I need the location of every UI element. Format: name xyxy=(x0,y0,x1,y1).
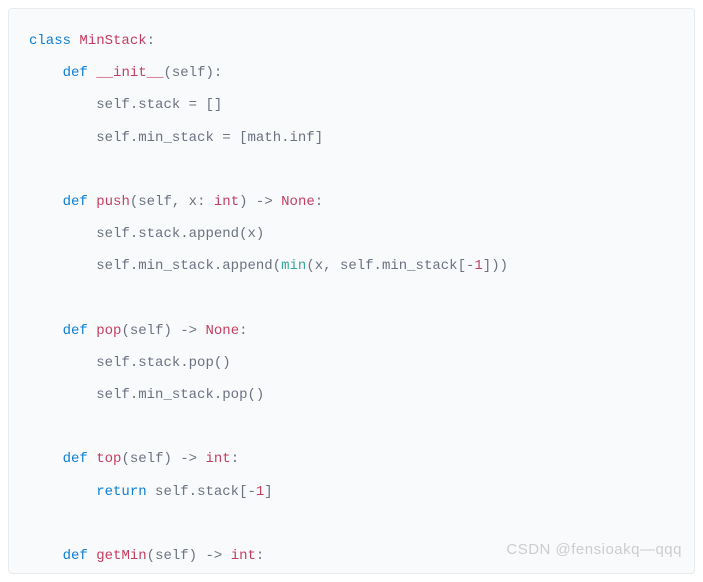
code-line: def __init__(self): xyxy=(29,57,674,89)
code-line: self.min_stack.pop() xyxy=(29,379,674,411)
colon: : xyxy=(147,33,155,49)
blank-line xyxy=(29,283,674,315)
code-line: class MinStack: xyxy=(29,25,674,57)
code-line: def getMin(self) -> int: xyxy=(29,540,674,572)
func-pop: pop xyxy=(96,323,121,339)
code-line: self.stack.pop() xyxy=(29,347,674,379)
param-self: self xyxy=(172,65,206,81)
code-line: return self.min_stack[-1] xyxy=(29,572,674,574)
func-top: top xyxy=(96,451,121,467)
code-line: def push(self, x: int) -> None: xyxy=(29,186,674,218)
code-line: return self.stack[-1] xyxy=(29,476,674,508)
func-getmin: getMin xyxy=(96,548,146,564)
code-line: def top(self) -> int: xyxy=(29,443,674,475)
blank-line xyxy=(29,508,674,540)
paren: ( xyxy=(163,65,171,81)
func-init: __init__ xyxy=(96,65,163,81)
code-line: def pop(self) -> None: xyxy=(29,315,674,347)
blank-line xyxy=(29,154,674,186)
code-line: self.min_stack.append(min(x, self.min_st… xyxy=(29,250,674,282)
code-line: self.stack.append(x) xyxy=(29,218,674,250)
code-line: self.stack = [] xyxy=(29,89,674,121)
code-line: self.min_stack = [math.inf] xyxy=(29,122,674,154)
paren: ) xyxy=(205,65,213,81)
keyword-def: def xyxy=(63,65,88,81)
class-name: MinStack xyxy=(79,33,146,49)
builtin-min: min xyxy=(281,258,306,274)
keyword-class: class xyxy=(29,33,71,49)
code-block: class MinStack: def __init__(self): self… xyxy=(8,8,695,574)
blank-line xyxy=(29,411,674,443)
func-push: push xyxy=(96,194,130,210)
